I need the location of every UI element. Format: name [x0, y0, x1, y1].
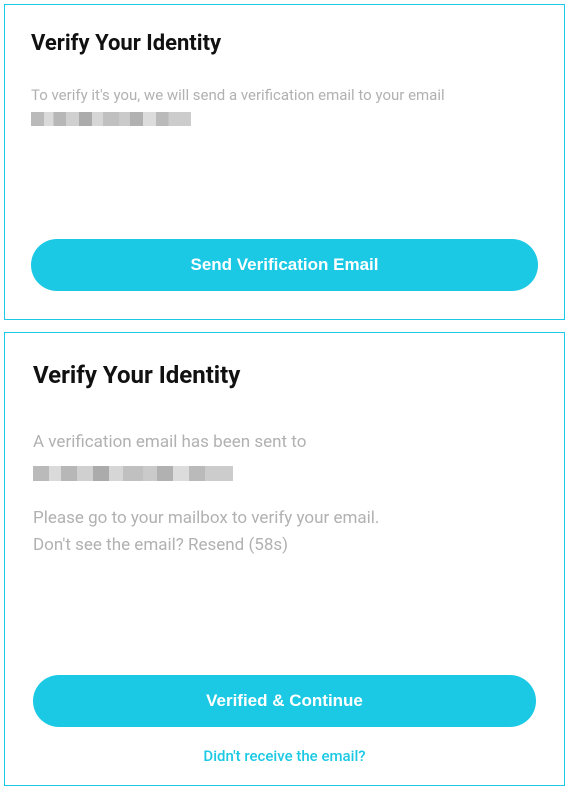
card-title: Verify Your Identity [31, 31, 538, 56]
resend-countdown-line: Don't see the email? Resend (58s) [33, 532, 536, 559]
sent-line: A verification email has been sent to [33, 429, 536, 456]
instruction-line: Please go to your mailbox to verify your… [33, 505, 536, 532]
spacer [31, 129, 538, 239]
verify-identity-confirm-card: Verify Your Identity A verification emai… [4, 332, 565, 786]
redacted-email [31, 112, 191, 126]
desc-prefix-text: To verify it's you, we will send a verif… [31, 86, 445, 104]
verify-description: To verify it's you, we will send a verif… [31, 84, 538, 129]
verify-identity-send-card: Verify Your Identity To verify it's you,… [4, 4, 565, 320]
card-title: Verify Your Identity [33, 361, 536, 389]
didnt-receive-email-link[interactable]: Didn't receive the email? [33, 737, 536, 771]
send-verification-email-button[interactable]: Send Verification Email [31, 239, 538, 291]
verified-continue-button[interactable]: Verified & Continue [33, 675, 536, 727]
spacer [33, 495, 536, 505]
redacted-email [33, 466, 233, 481]
spacer [33, 560, 536, 675]
